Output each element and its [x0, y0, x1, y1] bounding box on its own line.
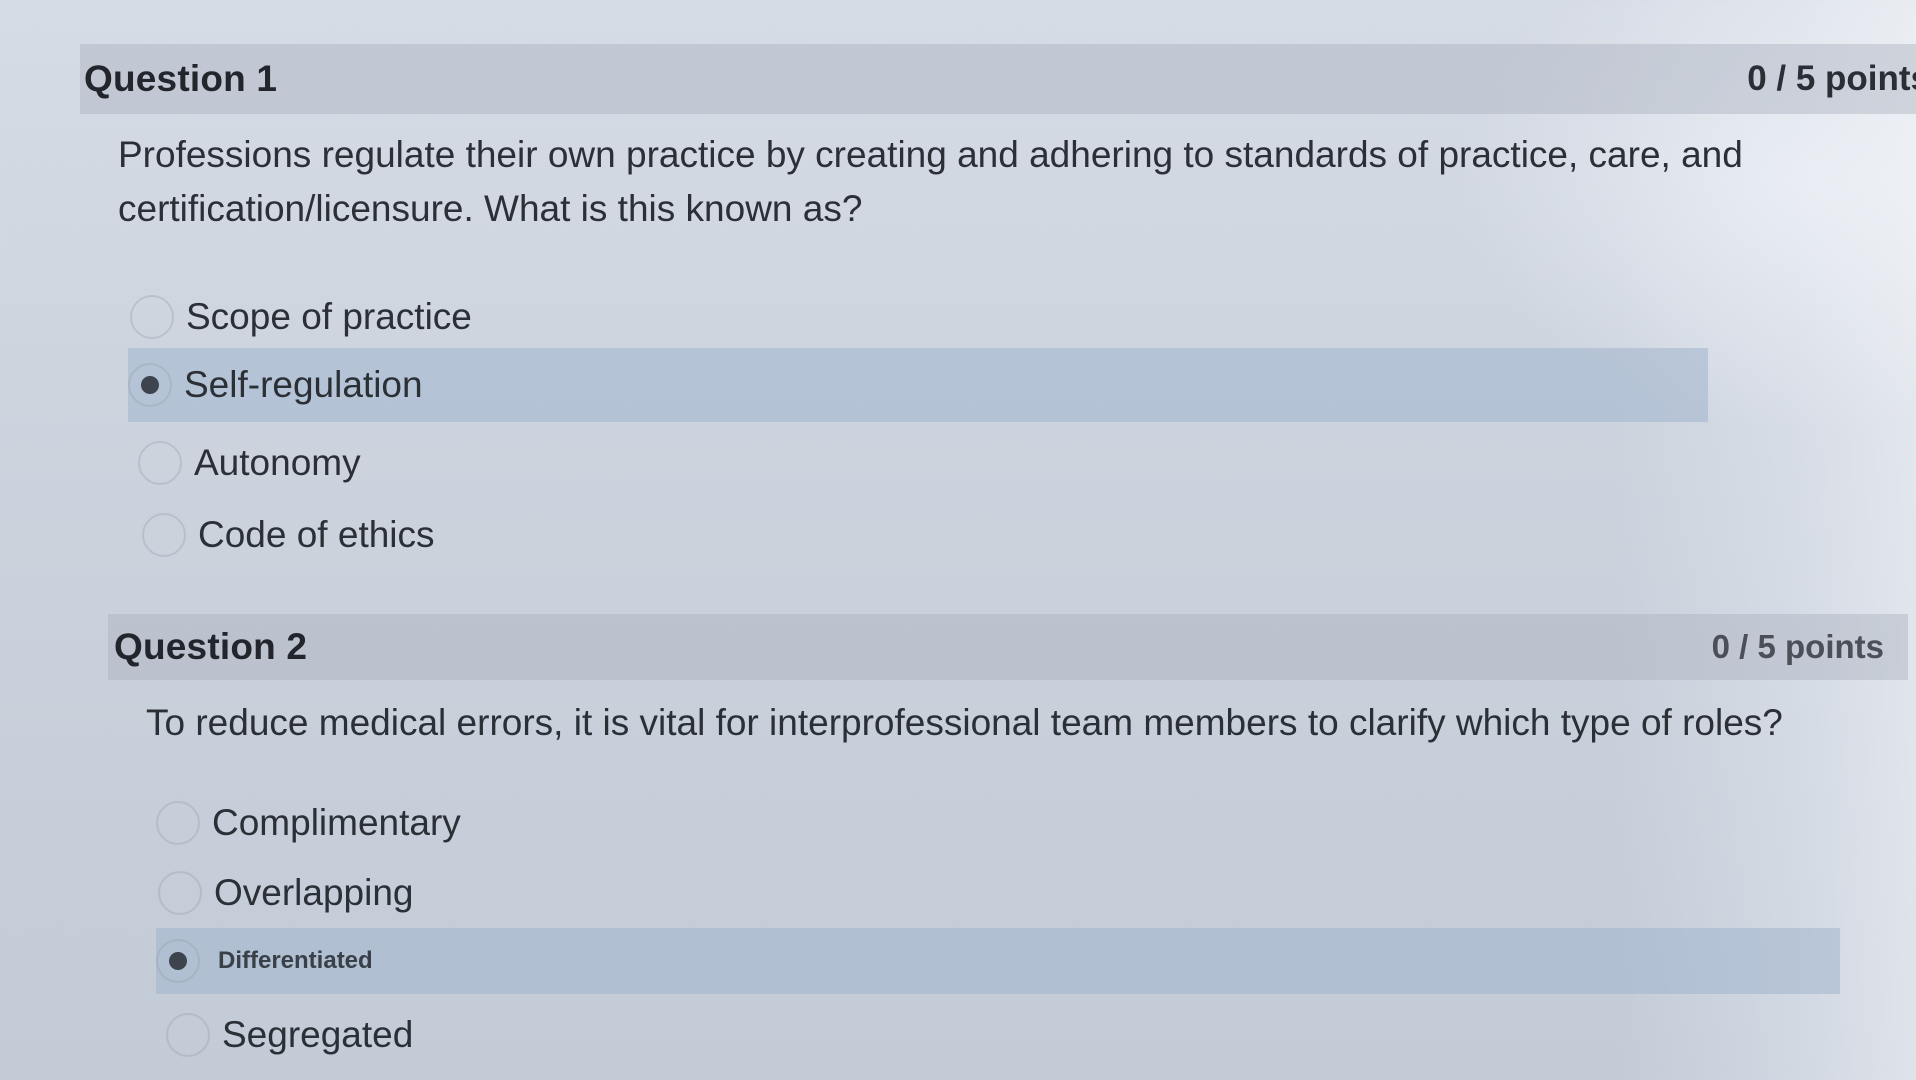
question-1-option-4[interactable]: Code of ethics — [142, 504, 1712, 566]
question-1-option-1[interactable]: Scope of practice — [130, 286, 1710, 348]
option-label: Autonomy — [194, 442, 361, 483]
question-2-points: 0 / 5 points — [1711, 628, 1884, 665]
question-1-option-3[interactable]: Autonomy — [138, 432, 1708, 494]
radio-selected-dot — [169, 952, 187, 970]
radio-button[interactable] — [158, 871, 202, 915]
option-label: Differentiated — [218, 947, 373, 974]
radio-button[interactable] — [138, 441, 182, 485]
radio-button-selected[interactable] — [128, 363, 172, 407]
option-label: Code of ethics — [198, 514, 435, 555]
question-1-option-2[interactable]: Self-regulation — [128, 348, 1708, 422]
option-label: Scope of practice — [186, 296, 472, 337]
radio-button[interactable] — [166, 1013, 210, 1057]
question-2-title: Question 2 — [114, 626, 308, 667]
option-label: Self-regulation — [184, 364, 423, 405]
question-2-text: To reduce medical errors, it is vital fo… — [146, 702, 1783, 743]
option-label: Overlapping — [214, 872, 414, 913]
radio-selected-dot — [141, 376, 159, 394]
question-1-title: Question 1 — [84, 58, 278, 99]
radio-button[interactable] — [130, 295, 174, 339]
option-label: Segregated — [222, 1014, 414, 1055]
question-1-header: Question 1 0 / 5 points — [80, 44, 1916, 114]
question-2-header: Question 2 0 / 5 points — [108, 614, 1908, 680]
radio-button[interactable] — [156, 801, 200, 845]
question-2-option-2[interactable]: Overlapping — [158, 862, 1798, 924]
radio-button[interactable] — [142, 513, 186, 557]
question-2-option-1[interactable]: Complimentary — [156, 792, 1796, 854]
option-label: Complimentary — [212, 802, 461, 843]
question-1-text: Professions regulate their own practice … — [118, 134, 1743, 229]
question-2-option-3[interactable]: Differentiated — [156, 928, 1840, 994]
radio-button-selected[interactable] — [156, 939, 200, 983]
question-1-points: 0 / 5 points — [1747, 59, 1916, 98]
question-2-option-4[interactable]: Segregated — [166, 1004, 1806, 1066]
